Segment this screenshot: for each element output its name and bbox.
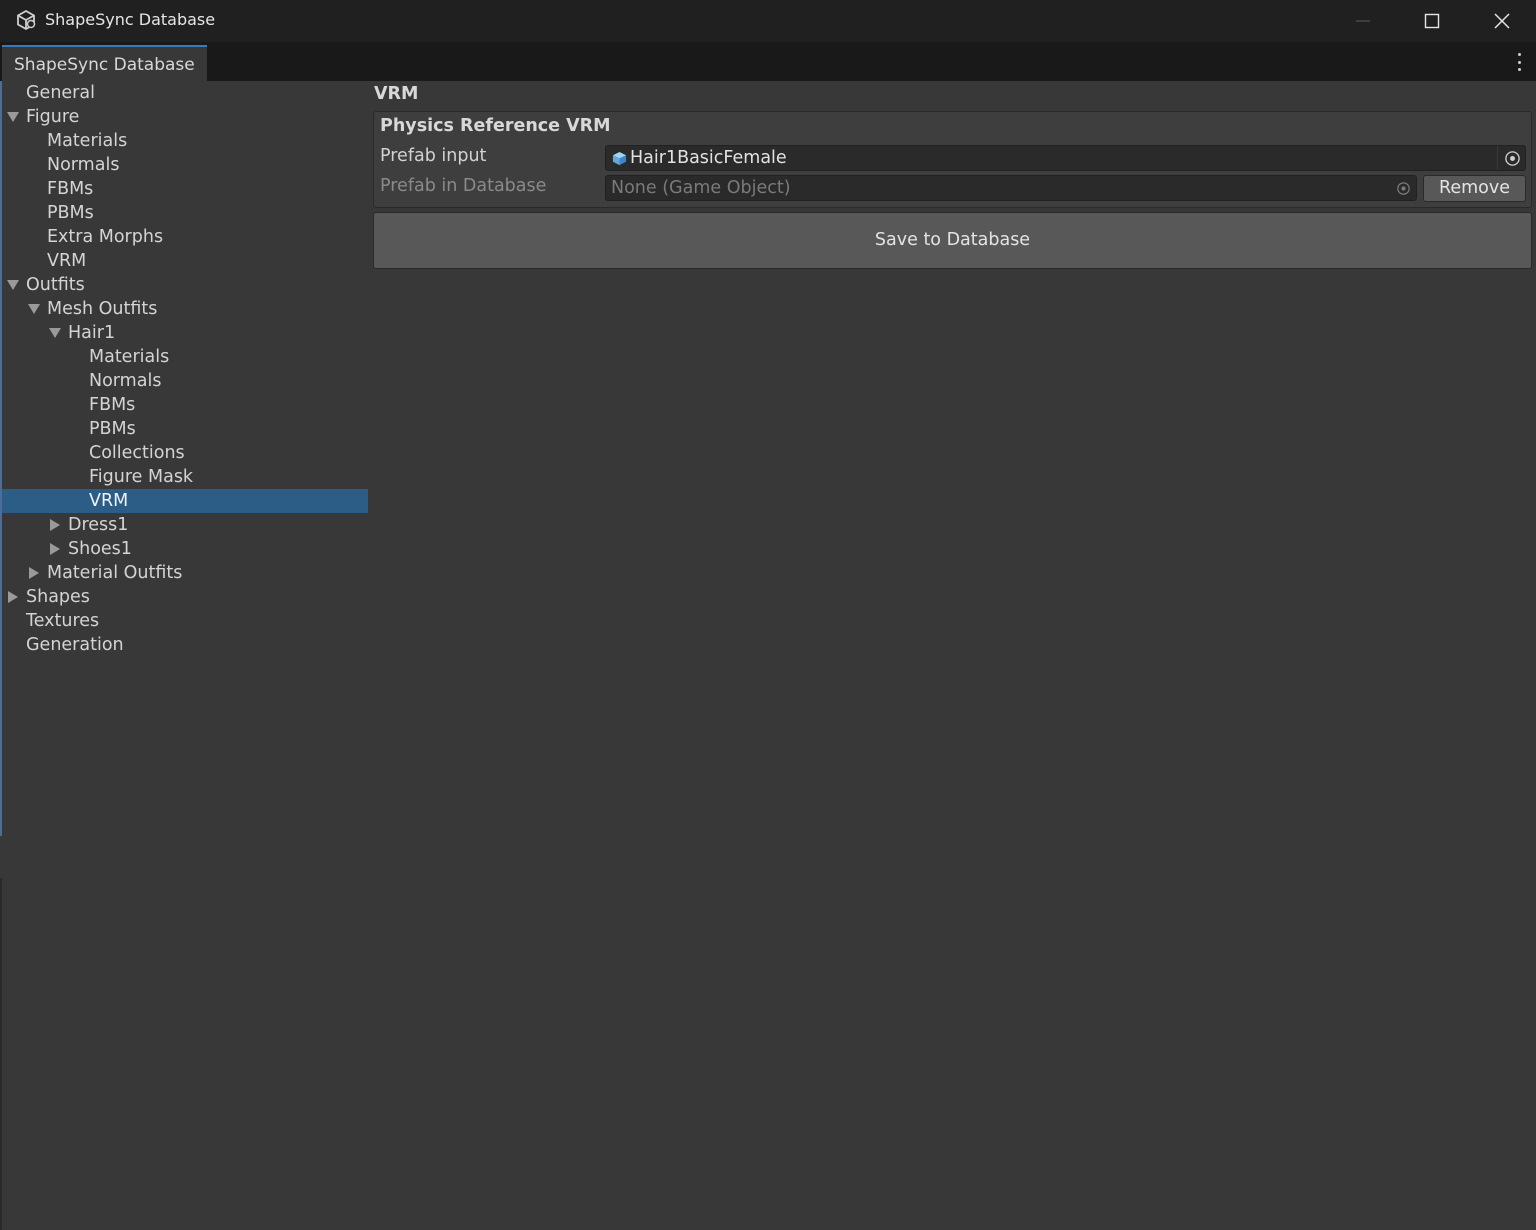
minimize-icon [1356,20,1370,22]
tree-item-label: Figure Mask [89,467,194,487]
expand-arrow-down-icon[interactable] [49,327,61,339]
tree-item[interactable]: Outfits [2,273,368,297]
tree-item[interactable]: Shoes1 [2,537,368,561]
tree-item-label: VRM [47,251,87,271]
tree-item-label: Textures [26,611,100,631]
tree-item-label: VRM [89,491,129,511]
prefab-input-picker-button[interactable] [1497,146,1525,170]
tree-item[interactable]: Material Outfits [2,561,368,585]
tree-item[interactable]: Materials [2,345,368,369]
tree-item[interactable]: VRM [2,249,368,273]
tree-item[interactable]: VRM [2,489,368,513]
tree-item[interactable]: Textures [2,609,368,633]
expand-arrow-right-icon[interactable] [49,543,61,555]
tree-item-label: PBMs [89,419,136,439]
tree-item-label: PBMs [47,203,94,223]
tree-item[interactable]: General [2,81,368,105]
group-title: Physics Reference VRM [380,116,611,136]
tab-shapesync-database[interactable]: ShapeSync Database [2,45,207,81]
tree-item[interactable]: Generation [2,633,368,657]
tree-item[interactable]: Shapes [2,585,368,609]
tree-item-label: Normals [89,371,162,391]
tree-item[interactable]: Figure Mask [2,465,368,489]
tree-item-label: Materials [89,347,170,367]
minimize-button[interactable] [1328,0,1398,42]
expand-arrow-right-icon[interactable] [49,519,61,531]
tree-item-label: Shoes1 [68,539,132,559]
tree-item[interactable]: FBMs [2,393,368,417]
save-to-database-button[interactable]: Save to Database [373,212,1532,269]
expand-arrow-down-icon[interactable] [7,279,19,291]
prefab-input-label: Prefab input [380,146,487,166]
prefab-input-value: Hair1BasicFemale [630,148,787,168]
object-picker-icon [1397,182,1410,195]
editor-tabbar: ShapeSync Database [0,42,1536,81]
tree-item-label: General [26,83,95,103]
expand-arrow-right-icon[interactable] [7,591,19,603]
maximize-button[interactable] [1397,0,1467,42]
tree-item[interactable]: PBMs [2,417,368,441]
window-left-border-lower [0,878,2,1230]
tree-item-label: Figure [26,107,80,127]
window-title: ShapeSync Database [45,10,216,29]
tree-item-label: Outfits [26,275,85,295]
unity-cube-icon [17,9,36,31]
expand-arrow-down-icon[interactable] [28,303,40,315]
tree-item-label: Normals [47,155,120,175]
prefab-input-field[interactable]: Hair1BasicFemale [605,145,1526,171]
close-icon [1494,13,1510,29]
tree-item[interactable]: Figure [2,105,368,129]
more-vertical-icon[interactable] [1512,53,1526,71]
prefab-cube-icon [612,151,627,166]
close-button[interactable] [1467,0,1536,42]
section-title: VRM [374,84,419,104]
tree-item[interactable]: Normals [2,369,368,393]
tree-item[interactable]: FBMs [2,177,368,201]
tree-item-label: FBMs [47,179,94,199]
tree-item-label: Hair1 [68,323,116,343]
object-picker-icon [1505,151,1520,166]
tree-item[interactable]: PBMs [2,201,368,225]
prefab-db-value: None (Game Object) [611,178,791,198]
maximize-icon [1424,13,1440,29]
tree-item-label: Dress1 [68,515,129,535]
prefab-db-field: None (Game Object) [605,175,1417,201]
tree-item[interactable]: Extra Morphs [2,225,368,249]
tree-item[interactable]: Materials [2,129,368,153]
tree-item-label: Extra Morphs [47,227,164,247]
tree-item-label: Materials [47,131,128,151]
expand-arrow-down-icon[interactable] [7,111,19,123]
tree-item[interactable]: Mesh Outfits [2,297,368,321]
window-titlebar: ShapeSync Database [0,0,1536,42]
tree-item[interactable]: Collections [2,441,368,465]
tree-item-label: Collections [89,443,185,463]
tree-item-label: FBMs [89,395,136,415]
tree-item[interactable]: Dress1 [2,513,368,537]
expand-arrow-right-icon[interactable] [28,567,40,579]
prefab-db-picker-button [1388,176,1416,200]
tree-item-label: Generation [26,635,124,655]
navigation-tree: General Figure Materials Normals FBMs PBMs Ext… [2,81,368,657]
remove-button[interactable]: Remove [1423,175,1526,202]
tree-item[interactable]: Hair1 [2,321,368,345]
tree-item-label: Mesh Outfits [47,299,158,319]
prefab-db-label: Prefab in Database [380,176,547,196]
tree-item-label: Material Outfits [47,563,183,583]
tree-item-label: Shapes [26,587,90,607]
tree-item[interactable]: Normals [2,153,368,177]
